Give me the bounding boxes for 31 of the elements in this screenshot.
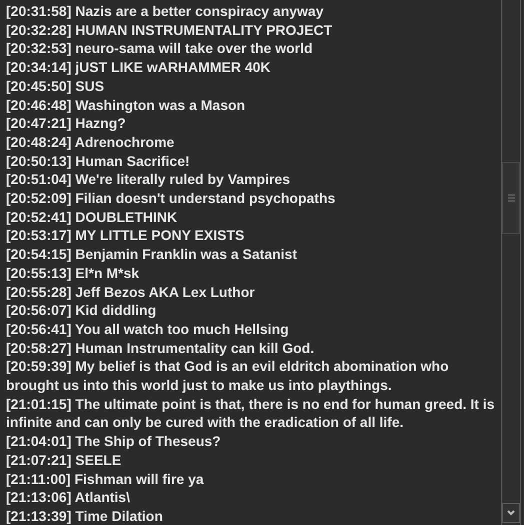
chat-message: [20:56:41] You all watch too much Hellsing	[6, 320, 290, 339]
chat-message: [21:13:39] Time Dilation	[6, 506, 164, 525]
chat-message: [20:59:39] My belief is that God is an evil eldritch abomination who brought us into this world just to make us into playthings.	[6, 357, 450, 395]
chat-message: [20:52:09] Filian doesn't understand psychopaths	[6, 189, 336, 208]
chat-message: [20:52:41] DOUBLETHINK	[6, 208, 178, 226]
chat-message: [20:56:07] Kid diddling	[6, 301, 158, 320]
chat-message: [20:50:13] Human Sacrifice!	[6, 152, 191, 170]
chat-message: [21:07:21] SEELE	[6, 450, 122, 470]
chat-message: [20:32:28] HUMAN INSTRUMENTALITY PROJECT	[6, 20, 334, 40]
scroll-thumb[interactable]	[502, 162, 520, 234]
chat-message: [21:11:00] Fishman will fire ya	[6, 470, 205, 488]
chat-message: [20:53:17] MY LITTLE PONY EXISTS	[6, 226, 246, 246]
chat-message: [20:55:28] Jeff Bezos AKA Lex Luthor	[6, 282, 256, 302]
scrollbar[interactable]	[501, 0, 521, 525]
chat-message: [21:01:15] The ultimate point is that, there is no end for human greed. It is infinite and can only be cured with the eradication of all life.	[6, 394, 496, 432]
scroll-down-button[interactable]	[502, 503, 520, 523]
chat-message: [20:51:04] We're literally ruled by Vampires	[6, 170, 291, 190]
chat-message: [20:54:15] Benjamin Franklin was a Satanist	[6, 245, 298, 264]
chat-message: [20:55:13] El*n M*sk	[6, 264, 140, 283]
chat-message: [20:45:50] SUS	[6, 76, 106, 96]
chat-message: [20:47:21] Hazng?	[6, 114, 127, 133]
chat-message: [21:04:01] The Ship of Theseus?	[6, 432, 222, 451]
chat-message: [20:34:14] jUST LIKE wARHAMMER 40K	[6, 58, 272, 77]
chat-message: [20:46:48] Washington was a Mason	[6, 96, 246, 114]
chevron-down-icon	[507, 510, 515, 516]
chat-message: [20:58:27] Human Instrumentality can kill God.	[6, 338, 316, 358]
chat-message: [20:48:24] Adrenochrome	[6, 132, 176, 152]
grip-icon	[508, 194, 514, 202]
chat-message: [20:31:58] Nazis are a better conspiracy anyway	[6, 2, 324, 21]
chat-message: [21:13:06] Atlantis\	[6, 488, 131, 507]
chat-message: [20:32:53] neuro-sama will take over the world	[6, 39, 314, 58]
